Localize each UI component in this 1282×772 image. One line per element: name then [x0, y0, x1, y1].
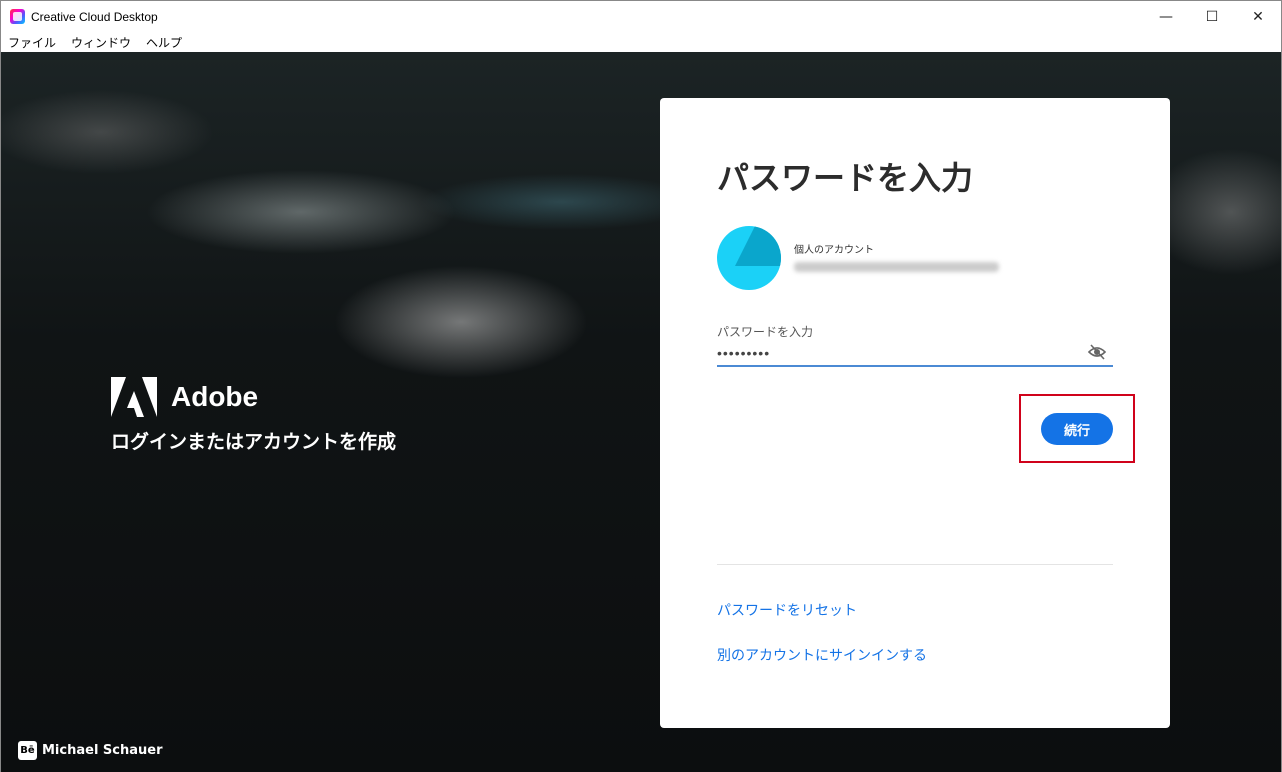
credit-name: Michael Schauer: [42, 743, 163, 758]
window-title: Creative Cloud Desktop: [31, 10, 158, 24]
email-blurred: [794, 262, 999, 272]
close-button[interactable]: ✕: [1235, 1, 1281, 32]
divider: [717, 564, 1113, 565]
login-card: パスワードを入力 個人のアカウント パスワードを入力 続行 パスワードをリセット…: [660, 98, 1170, 728]
behance-icon: Bē: [18, 741, 37, 760]
menu-help[interactable]: ヘルプ: [146, 34, 182, 51]
eye-hidden-icon[interactable]: [1087, 342, 1107, 362]
password-label: パスワードを入力: [717, 323, 813, 340]
photo-credit[interactable]: Bē Michael Schauer: [18, 741, 163, 760]
avatar: [717, 226, 781, 290]
adobe-wordmark: Adobe: [171, 381, 258, 413]
tagline: ログインまたはアカウントを作成: [111, 427, 396, 454]
menu-file[interactable]: ファイル: [8, 34, 56, 51]
brand-block: Adobe ログインまたはアカウントを作成: [111, 377, 396, 454]
continue-button[interactable]: 続行: [1041, 413, 1113, 445]
menu-bar: ファイル ウィンドウ ヘルプ: [1, 32, 1281, 52]
password-input[interactable]: [717, 341, 1113, 367]
minimize-button[interactable]: —: [1143, 1, 1189, 32]
creative-cloud-icon: [10, 9, 25, 24]
account-type-label: 個人のアカウント: [794, 241, 874, 256]
reset-password-link[interactable]: パスワードをリセット: [717, 600, 857, 620]
maximize-button[interactable]: ☐: [1189, 1, 1235, 32]
title-bar: Creative Cloud Desktop — ☐ ✕: [1, 1, 1281, 32]
page-title: パスワードを入力: [717, 153, 973, 199]
menu-window[interactable]: ウィンドウ: [71, 34, 131, 51]
other-account-link[interactable]: 別のアカウントにサインインする: [717, 645, 927, 665]
adobe-logo-icon: [111, 377, 157, 417]
